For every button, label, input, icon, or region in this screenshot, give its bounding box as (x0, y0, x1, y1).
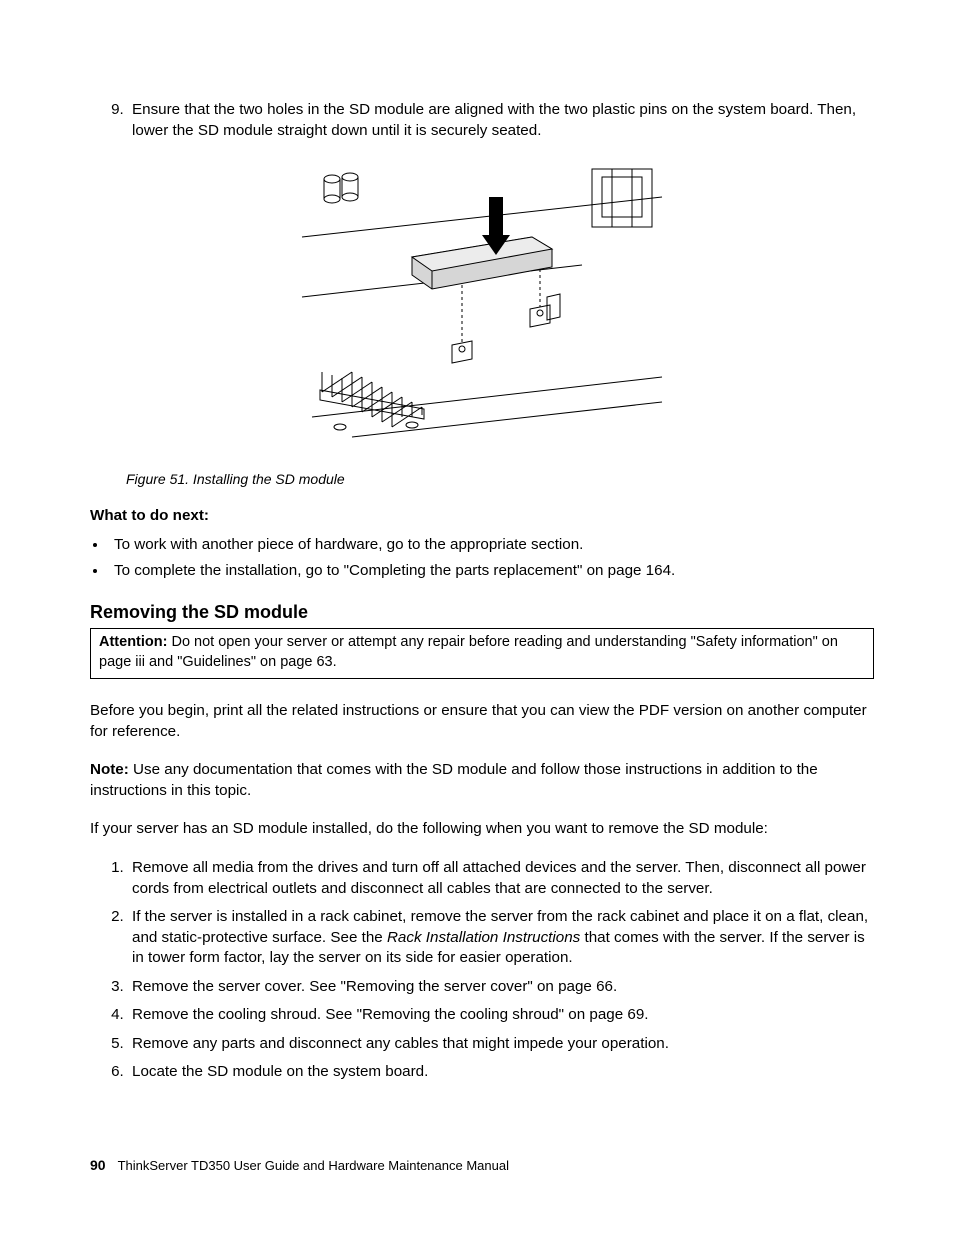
removal-steps-list: Remove all media from the drives and tur… (90, 858, 874, 1083)
before-you-begin-paragraph: Before you begin, print all the related … (90, 701, 874, 742)
figure-51-illustration (90, 167, 874, 454)
if-server-paragraph: If your server has an SD module installe… (90, 819, 874, 840)
list-item-step-9: Ensure that the two holes in the SD modu… (128, 100, 874, 141)
step-2-italic: Rack Installation Instructions (387, 929, 580, 946)
footer-title: ThinkServer TD350 User Guide and Hardwar… (118, 1158, 509, 1173)
attention-box: Attention: Do not open your server or at… (90, 628, 874, 679)
step-4: Remove the cooling shroud. See "Removing… (128, 1005, 874, 1026)
document-page: Ensure that the two holes in the SD modu… (0, 0, 954, 1235)
note-label: Note: (90, 761, 129, 778)
step-6: Locate the SD module on the system board… (128, 1062, 874, 1083)
what-next-list: To work with another piece of hardware, … (90, 535, 874, 582)
figure-caption: Figure 51. Installing the SD module (126, 470, 874, 489)
what-next-item-2: To complete the installation, go to "Com… (108, 561, 874, 582)
step-5: Remove any parts and disconnect any cabl… (128, 1034, 874, 1055)
sd-module-install-diagram (292, 167, 672, 447)
page-footer: 90 ThinkServer TD350 User Guide and Hardw… (90, 1156, 509, 1175)
step-3: Remove the server cover. See "Removing t… (128, 977, 874, 998)
note-text: Use any documentation that comes with th… (90, 761, 818, 799)
section-heading-removing-sd: Removing the SD module (90, 600, 874, 624)
what-to-do-next-heading: What to do next: (90, 506, 874, 527)
note-paragraph: Note: Use any documentation that comes w… (90, 760, 874, 801)
attention-text: Do not open your server or attempt any r… (99, 634, 838, 670)
step-1: Remove all media from the drives and tur… (128, 858, 874, 899)
continued-ordered-list: Ensure that the two holes in the SD modu… (90, 100, 874, 141)
what-next-item-1: To work with another piece of hardware, … (108, 535, 874, 556)
step-2: If the server is installed in a rack cab… (128, 907, 874, 969)
step-9-text: Ensure that the two holes in the SD modu… (132, 101, 856, 139)
page-number: 90 (90, 1157, 106, 1173)
attention-label: Attention: (99, 634, 167, 650)
